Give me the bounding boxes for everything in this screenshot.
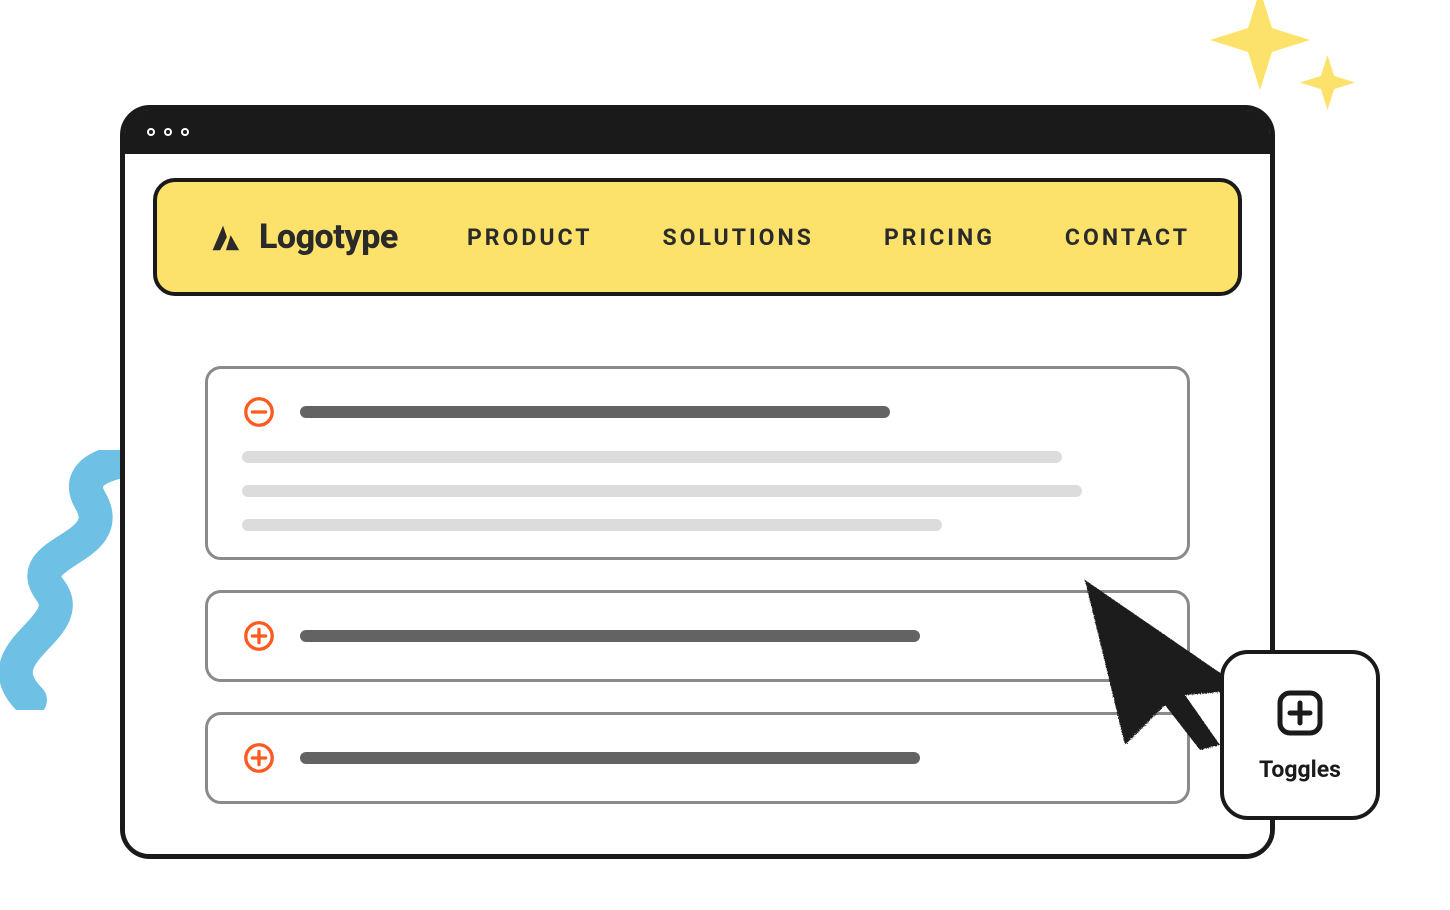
content-placeholder (300, 630, 920, 642)
accordion-item-1 (205, 366, 1190, 560)
accordion-header[interactable] (242, 395, 1153, 429)
minus-circle-icon (242, 395, 276, 429)
sparkle-icon (1300, 55, 1355, 110)
content-placeholder (300, 406, 890, 418)
plus-square-icon (1275, 688, 1325, 738)
accordion-header[interactable] (242, 619, 1153, 653)
logo[interactable]: Logotype (205, 217, 398, 257)
content-placeholder (300, 752, 920, 764)
main-nav: PRODUCT SOLUTIONS PRICING CONTACT (467, 224, 1190, 251)
logo-icon (205, 218, 243, 256)
nav-item-solutions[interactable]: SOLUTIONS (662, 224, 813, 251)
decorative-squiggle (0, 450, 140, 710)
accordion-header[interactable] (242, 741, 1153, 775)
toggles-label: Toggles (1259, 756, 1341, 783)
nav-item-product[interactable]: PRODUCT (467, 224, 593, 251)
toggles-component-badge[interactable]: Toggles (1220, 650, 1380, 820)
accordion-item-2 (205, 590, 1190, 682)
window-control-dot (181, 128, 189, 136)
window-control-dot (164, 128, 172, 136)
content-placeholder (242, 485, 1082, 497)
nav-item-contact[interactable]: CONTACT (1065, 224, 1190, 251)
window-title-bar (125, 110, 1270, 154)
content-placeholder (242, 519, 942, 531)
plus-circle-icon (242, 741, 276, 775)
nav-item-pricing[interactable]: PRICING (884, 224, 995, 251)
window-control-dot (147, 128, 155, 136)
plus-circle-icon (242, 619, 276, 653)
site-header: Logotype PRODUCT SOLUTIONS PRICING CONTA… (153, 178, 1242, 296)
content-placeholder (242, 451, 1062, 463)
logo-text: Logotype (259, 217, 398, 257)
accordion-item-3 (205, 712, 1190, 804)
sparkle-icon (1210, 0, 1310, 90)
